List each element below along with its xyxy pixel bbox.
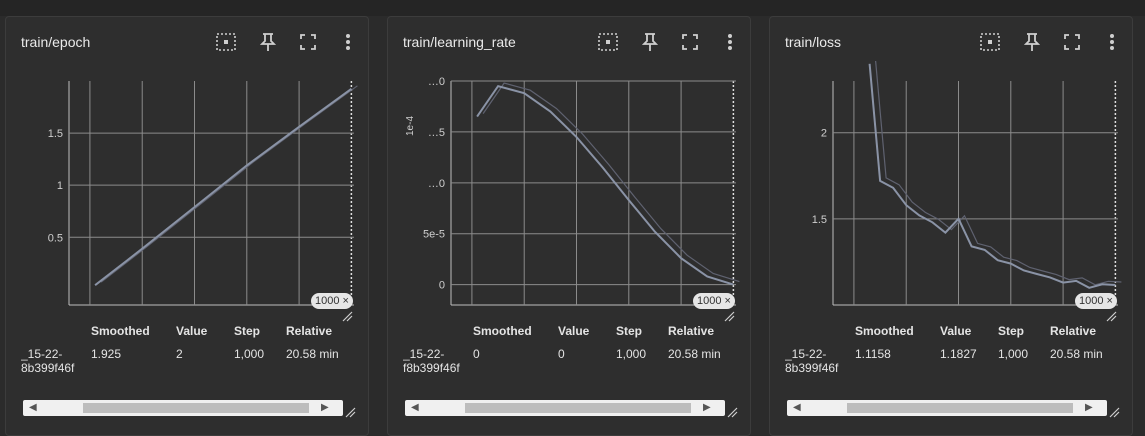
scroll-left-icon[interactable]: ◀ bbox=[29, 402, 37, 413]
table-header: Step bbox=[998, 324, 1025, 338]
fullscreen-icon[interactable] bbox=[1059, 29, 1085, 55]
step-badge[interactable]: 1000 × bbox=[311, 293, 353, 309]
fullscreen-icon[interactable] bbox=[677, 29, 703, 55]
table-header: Step bbox=[616, 324, 643, 338]
card-title: train/epoch bbox=[21, 34, 91, 50]
pin-icon[interactable] bbox=[1019, 29, 1045, 55]
table-cell-step: 1,000 bbox=[998, 347, 1029, 361]
scroll-left-icon[interactable]: ◀ bbox=[793, 402, 801, 413]
card-train-loss: train/loss020040060080021.51000 ×Smoothe… bbox=[769, 16, 1133, 436]
horizontal-scrollbar[interactable]: ◀ ▶ bbox=[405, 400, 725, 416]
table-cell-relative: 20.58 min bbox=[1050, 347, 1103, 361]
table-cell-relative: 20.58 min bbox=[668, 347, 721, 361]
table-cell-value: 2 bbox=[176, 347, 183, 361]
more-vert-icon[interactable] bbox=[1099, 29, 1125, 55]
y-tick-label: 5e-5 bbox=[423, 229, 445, 241]
horizontal-scrollbar[interactable]: ◀ ▶ bbox=[23, 400, 343, 416]
scroll-right-icon[interactable]: ▶ bbox=[703, 402, 711, 413]
scroll-right-icon[interactable]: ▶ bbox=[1085, 402, 1093, 413]
y-tick-label: 1.5 bbox=[48, 128, 63, 140]
series-raw-line bbox=[100, 85, 358, 283]
line-chart: 020040060080021.5 bbox=[770, 61, 1134, 311]
table-header: Smoothed bbox=[473, 324, 532, 338]
pin-icon[interactable] bbox=[637, 29, 663, 55]
table-header: Smoothed bbox=[855, 324, 914, 338]
run-name: _15-22-8b399f46f bbox=[21, 347, 75, 375]
table-header: Relative bbox=[668, 324, 715, 338]
y-tick-label: …0 bbox=[428, 178, 445, 190]
scroll-thumb[interactable] bbox=[847, 403, 1073, 413]
fit-domain-icon[interactable] bbox=[213, 29, 239, 55]
y-side-label: 1e-4 bbox=[405, 116, 416, 136]
fullscreen-icon[interactable] bbox=[295, 29, 321, 55]
scroll-thumb[interactable] bbox=[465, 403, 691, 413]
resize-handle-icon[interactable] bbox=[726, 405, 738, 418]
step-badge[interactable]: 1000 × bbox=[693, 293, 735, 309]
series-smoothed-line bbox=[476, 84, 734, 286]
series-raw-line bbox=[875, 61, 1122, 286]
card-train-learning-rate: train/learning_rate0200400600800…0…5…05e… bbox=[387, 16, 751, 436]
resize-handle-icon[interactable] bbox=[341, 309, 353, 322]
horizontal-scrollbar[interactable]: ◀ ▶ bbox=[787, 400, 1107, 416]
table-cell-value: 1.1827 bbox=[940, 347, 977, 361]
scroll-right-icon[interactable]: ▶ bbox=[321, 402, 329, 413]
table-header: Value bbox=[940, 324, 972, 338]
table-header: Relative bbox=[286, 324, 333, 338]
table-cell-smoothed: 0 bbox=[473, 347, 480, 361]
card-title: train/learning_rate bbox=[403, 34, 516, 50]
y-tick-label: …0 bbox=[428, 76, 445, 88]
table-cell-step: 1,000 bbox=[234, 347, 265, 361]
more-vert-icon[interactable] bbox=[717, 29, 743, 55]
step-badge[interactable]: 1000 × bbox=[1075, 293, 1117, 309]
y-tick-label: 1 bbox=[57, 180, 63, 192]
table-cell-smoothed: 1.925 bbox=[91, 347, 122, 361]
table-cell-value: 0 bbox=[558, 347, 565, 361]
table-header: Step bbox=[234, 324, 261, 338]
resize-handle-icon[interactable] bbox=[723, 309, 735, 322]
card-title: train/loss bbox=[785, 34, 842, 50]
resize-handle-icon[interactable] bbox=[344, 405, 356, 418]
line-chart: 0200400600800…0…5…05e-501e-4 bbox=[388, 61, 752, 311]
table-cell-smoothed: 1.1158 bbox=[855, 347, 891, 361]
y-tick-label: 1.5 bbox=[812, 214, 827, 226]
resize-handle-icon[interactable] bbox=[1105, 309, 1117, 322]
fit-domain-icon[interactable] bbox=[595, 29, 621, 55]
run-name: _15-22-8b399f46f bbox=[785, 347, 839, 375]
table-cell-step: 1,000 bbox=[616, 347, 647, 361]
table-cell-relative: 20.58 min bbox=[286, 347, 339, 361]
card-train-epoch: train/epoch02004006008001.510.51000 ×Smo… bbox=[5, 16, 369, 436]
line-chart: 02004006008001.510.5 bbox=[6, 61, 370, 311]
top-bar bbox=[0, 0, 1145, 16]
table-header: Smoothed bbox=[91, 324, 150, 338]
resize-handle-icon[interactable] bbox=[1108, 405, 1120, 418]
run-name: _15-22-f8b399f46f bbox=[403, 347, 460, 375]
table-header: Relative bbox=[1050, 324, 1097, 338]
scroll-thumb[interactable] bbox=[83, 403, 309, 413]
y-tick-label: 2 bbox=[821, 128, 827, 140]
table-header: Value bbox=[176, 324, 208, 338]
table-header: Value bbox=[558, 324, 590, 338]
pin-icon[interactable] bbox=[255, 29, 281, 55]
fit-domain-icon[interactable] bbox=[977, 29, 1003, 55]
scroll-left-icon[interactable]: ◀ bbox=[411, 402, 419, 413]
more-vert-icon[interactable] bbox=[335, 29, 361, 55]
y-tick-label: 0.5 bbox=[48, 232, 63, 244]
y-tick-label: 0 bbox=[439, 280, 445, 292]
y-tick-label: …5 bbox=[428, 127, 445, 139]
